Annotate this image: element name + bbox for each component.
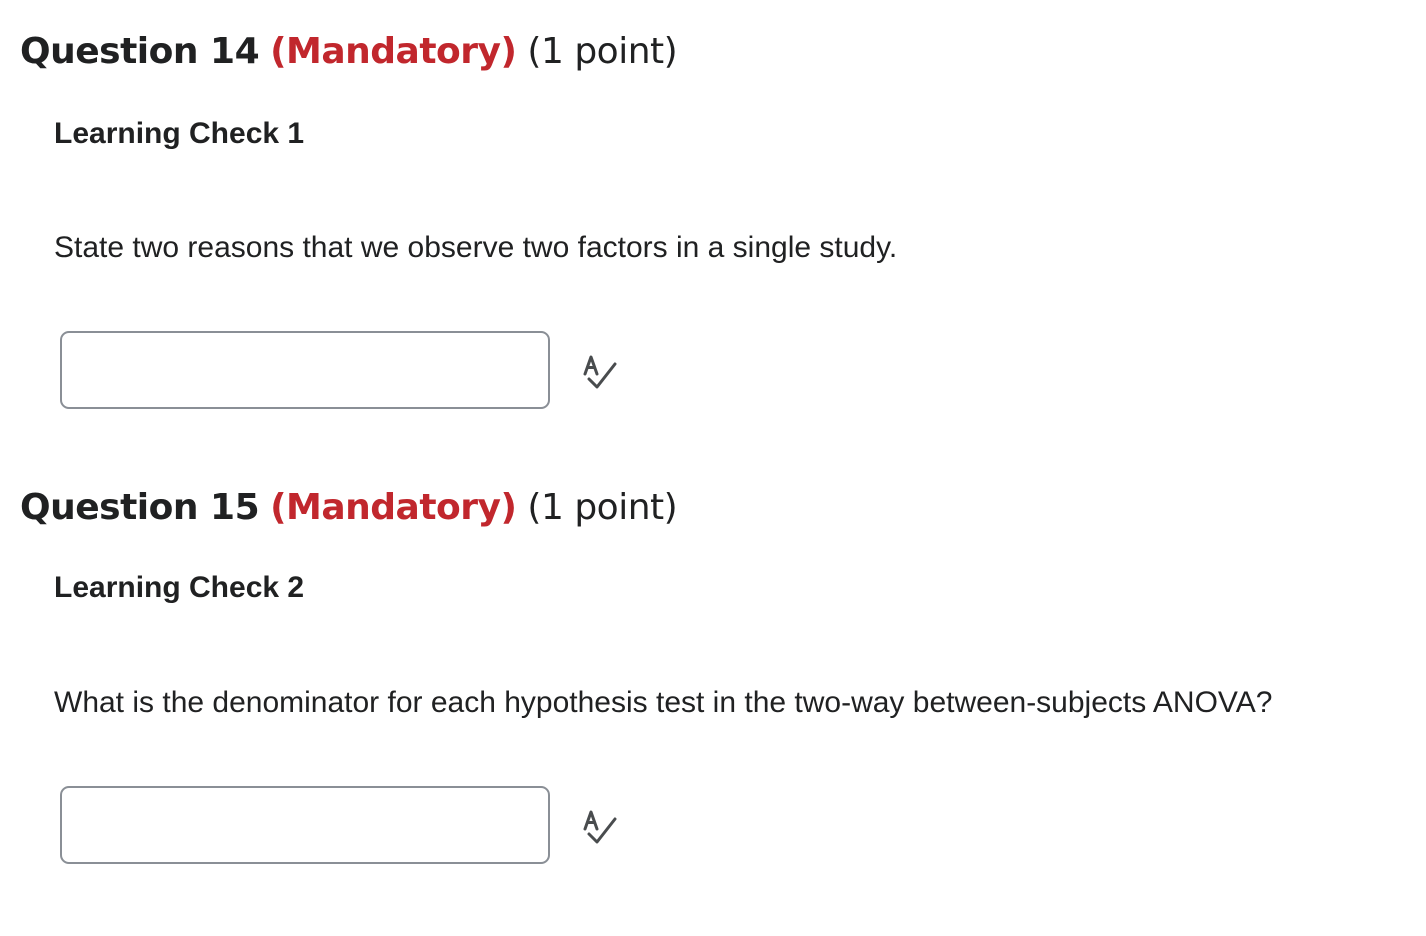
question-header: Question 14 (Mandatory) (1 point) (20, 30, 678, 74)
mandatory-label: (Mandatory) (270, 487, 517, 528)
spellcheck-icon[interactable] (580, 807, 620, 847)
question-subtitle: Learning Check 1 (54, 117, 305, 150)
question-title: Question 14 (20, 31, 260, 72)
spellcheck-icon[interactable] (580, 352, 620, 392)
question-header: Question 15 (Mandatory) (1 point) (20, 486, 678, 530)
points-label: (1 point) (527, 487, 678, 528)
spellcheck-icon-graphic (583, 355, 617, 389)
question-subtitle: Learning Check 2 (54, 571, 305, 604)
answer-input[interactable] (60, 786, 550, 864)
question-title: Question 15 (20, 487, 260, 528)
spellcheck-icon-graphic (583, 810, 617, 844)
points-label: (1 point) (527, 31, 678, 72)
question-prompt: State two reasons that we observe two fa… (54, 231, 898, 264)
answer-input[interactable] (60, 331, 550, 409)
mandatory-label: (Mandatory) (270, 31, 517, 72)
question-prompt: What is the denominator for each hypothe… (54, 686, 1273, 719)
